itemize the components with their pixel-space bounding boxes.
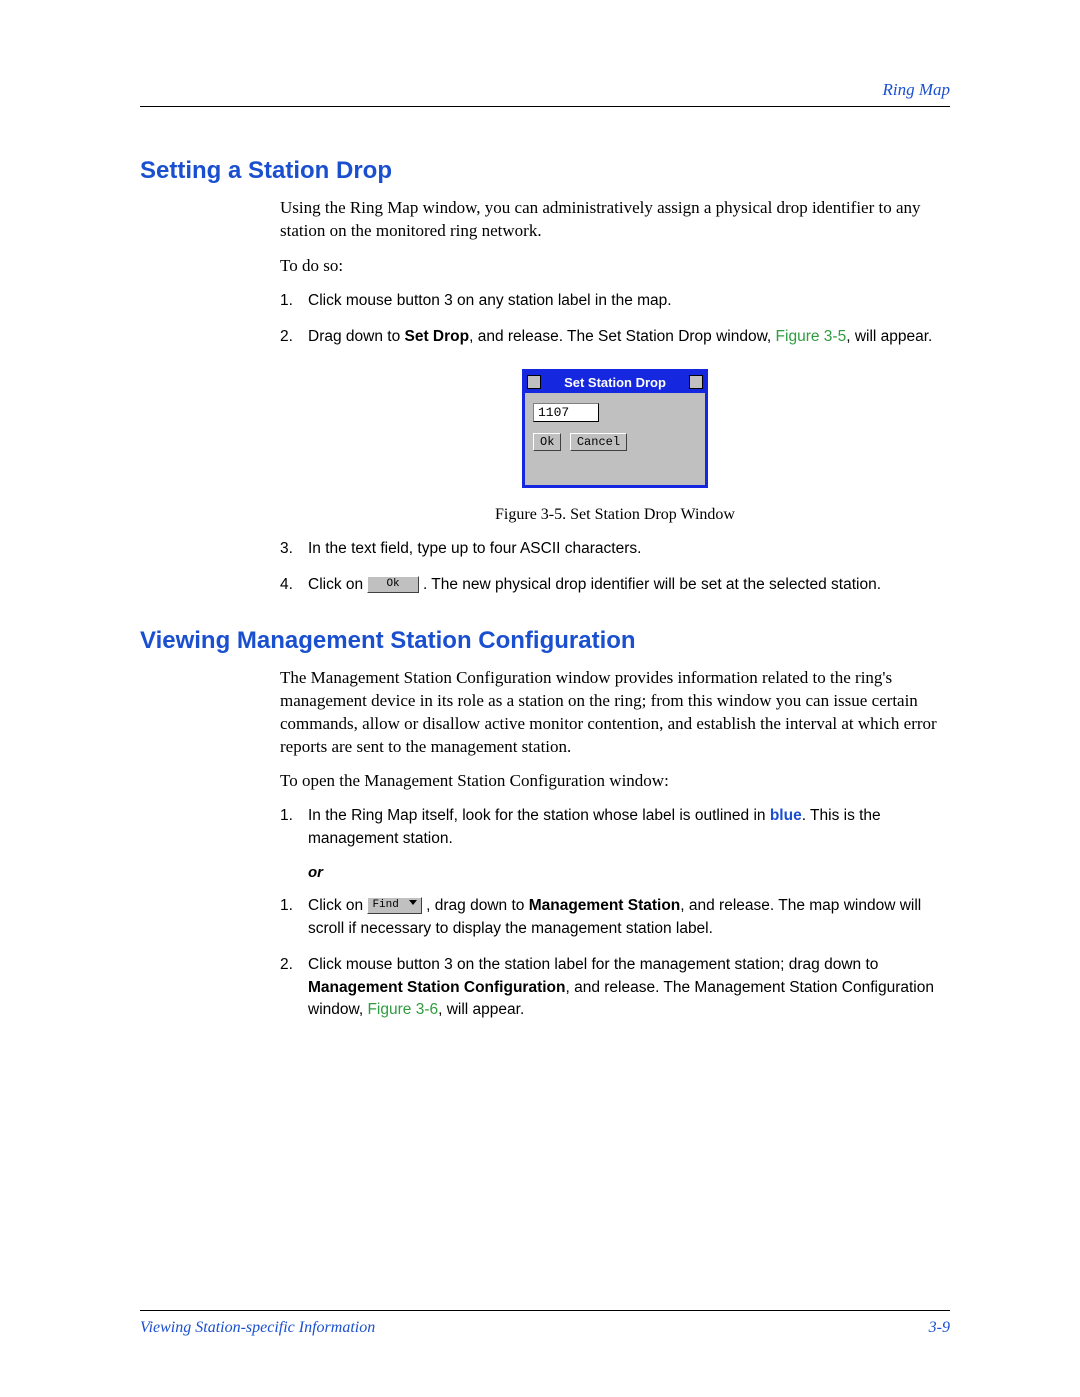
- figure-link[interactable]: Figure 3-6: [367, 1001, 438, 1018]
- step-text: In the Ring Map itself, look for the sta…: [308, 805, 950, 850]
- ok-inline-button[interactable]: Ok: [367, 576, 418, 593]
- step-1c: 1. Click on Find , drag down to Manageme…: [280, 895, 950, 940]
- step-1b: 1. In the Ring Map itself, look for the …: [280, 805, 950, 850]
- step-number: 2.: [280, 954, 308, 1021]
- step-4: 4. Click on Ok . The new physical drop i…: [280, 574, 950, 596]
- step-2: 2. Drag down to Set Drop, and release. T…: [280, 326, 950, 348]
- window-resize-icon[interactable]: [689, 375, 703, 389]
- step-3: 3. In the text field, type up to four AS…: [280, 538, 950, 560]
- step-text: Click on Find , drag down to Management …: [308, 895, 950, 940]
- step-text: Click on Ok . The new physical drop iden…: [308, 574, 950, 596]
- step-2b: 2. Click mouse button 3 on the station l…: [280, 954, 950, 1021]
- step-number: 4.: [280, 574, 308, 596]
- step-text: Click mouse button 3 on the station labe…: [308, 954, 950, 1021]
- window-menu-icon[interactable]: [527, 375, 541, 389]
- ok-button[interactable]: Ok: [533, 433, 561, 451]
- dialog-title: Set Station Drop: [564, 375, 666, 390]
- page-number: 3-9: [929, 1319, 950, 1337]
- step-number: 2.: [280, 326, 308, 348]
- step-text: Click mouse button 3 on any station labe…: [308, 290, 950, 312]
- intro-paragraph: Using the Ring Map window, you can admin…: [280, 197, 950, 243]
- step-text: In the text field, type up to four ASCII…: [308, 538, 950, 560]
- todo-label: To do so:: [280, 255, 950, 278]
- step-number: 1.: [280, 805, 308, 850]
- drop-id-input[interactable]: 1107: [533, 403, 599, 422]
- step-text: Drag down to Set Drop, and release. The …: [308, 326, 950, 348]
- or-label: or: [308, 864, 950, 881]
- figure-caption: Figure 3-5. Set Station Drop Window: [280, 506, 950, 524]
- heading-setting-station-drop: Setting a Station Drop: [140, 157, 950, 185]
- intro-paragraph-2: The Management Station Configuration win…: [280, 667, 950, 759]
- step-number: 1.: [280, 290, 308, 312]
- chevron-down-icon: [409, 900, 417, 905]
- step-number: 1.: [280, 895, 308, 940]
- open-window-label: To open the Management Station Configura…: [280, 770, 950, 793]
- footer-section-label: Viewing Station-specific Information: [140, 1319, 375, 1337]
- set-station-drop-dialog: Set Station Drop 1107 Ok Cancel: [522, 369, 708, 488]
- heading-viewing-mgmt-station: Viewing Management Station Configuration: [140, 627, 950, 655]
- header-section-label: Ring Map: [140, 80, 950, 107]
- step-1: 1. Click mouse button 3 on any station l…: [280, 290, 950, 312]
- step-number: 3.: [280, 538, 308, 560]
- find-dropdown-button[interactable]: Find: [367, 897, 421, 914]
- figure-link[interactable]: Figure 3-5: [776, 328, 847, 345]
- cancel-button[interactable]: Cancel: [570, 433, 627, 451]
